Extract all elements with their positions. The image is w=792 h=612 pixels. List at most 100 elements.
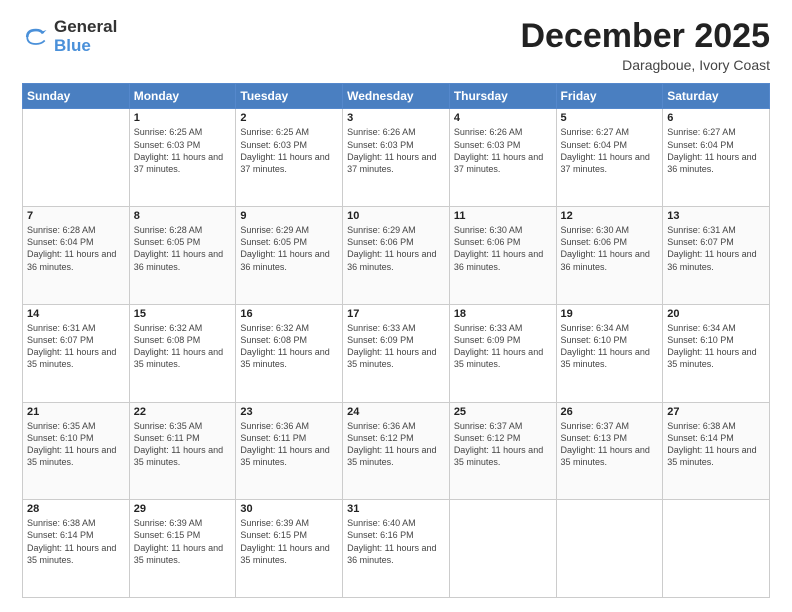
calendar-header-monday: Monday [129, 84, 236, 109]
calendar-cell: 25 Sunrise: 6:37 AM Sunset: 6:12 PM Dayl… [449, 402, 556, 500]
calendar-cell: 1 Sunrise: 6:25 AM Sunset: 6:03 PM Dayli… [129, 109, 236, 207]
calendar-header-wednesday: Wednesday [343, 84, 450, 109]
sunrise-label: Sunrise: 6:31 AM [27, 323, 96, 333]
calendar-cell [663, 500, 770, 598]
day-number: 8 [134, 210, 232, 222]
daylight-label: Daylight: 11 hours and 35 minutes. [27, 347, 116, 369]
calendar-cell: 7 Sunrise: 6:28 AM Sunset: 6:04 PM Dayli… [23, 207, 130, 305]
calendar-header-row: SundayMondayTuesdayWednesdayThursdayFrid… [23, 84, 770, 109]
calendar-cell: 19 Sunrise: 6:34 AM Sunset: 6:10 PM Dayl… [556, 304, 663, 402]
day-info: Sunrise: 6:40 AM Sunset: 6:16 PM Dayligh… [347, 517, 445, 566]
calendar-week-3: 14 Sunrise: 6:31 AM Sunset: 6:07 PM Dayl… [23, 304, 770, 402]
calendar-cell: 12 Sunrise: 6:30 AM Sunset: 6:06 PM Dayl… [556, 207, 663, 305]
daylight-label: Daylight: 11 hours and 36 minutes. [27, 249, 116, 271]
day-number: 12 [561, 210, 659, 222]
sunrise-label: Sunrise: 6:28 AM [134, 225, 203, 235]
daylight-label: Daylight: 11 hours and 37 minutes. [134, 152, 223, 174]
day-number: 21 [27, 406, 125, 418]
calendar-cell [23, 109, 130, 207]
calendar-cell: 3 Sunrise: 6:26 AM Sunset: 6:03 PM Dayli… [343, 109, 450, 207]
sunrise-label: Sunrise: 6:30 AM [561, 225, 630, 235]
sunset-label: Sunset: 6:06 PM [561, 237, 628, 247]
calendar-week-2: 7 Sunrise: 6:28 AM Sunset: 6:04 PM Dayli… [23, 207, 770, 305]
day-number: 22 [134, 406, 232, 418]
day-number: 31 [347, 503, 445, 515]
day-info: Sunrise: 6:39 AM Sunset: 6:15 PM Dayligh… [240, 517, 338, 566]
calendar-cell: 31 Sunrise: 6:40 AM Sunset: 6:16 PM Dayl… [343, 500, 450, 598]
day-number: 4 [454, 112, 552, 124]
sunrise-label: Sunrise: 6:39 AM [240, 518, 309, 528]
sunset-label: Sunset: 6:03 PM [240, 140, 307, 150]
day-info: Sunrise: 6:35 AM Sunset: 6:11 PM Dayligh… [134, 420, 232, 469]
logo-blue-text: Blue [54, 37, 117, 56]
day-number: 30 [240, 503, 338, 515]
header-right: December 2025 Daragboue, Ivory Coast [520, 18, 770, 73]
day-info: Sunrise: 6:38 AM Sunset: 6:14 PM Dayligh… [667, 420, 765, 469]
daylight-label: Daylight: 11 hours and 35 minutes. [347, 347, 436, 369]
day-info: Sunrise: 6:30 AM Sunset: 6:06 PM Dayligh… [454, 224, 552, 273]
sunset-label: Sunset: 6:06 PM [347, 237, 414, 247]
calendar-week-4: 21 Sunrise: 6:35 AM Sunset: 6:10 PM Dayl… [23, 402, 770, 500]
calendar-header-thursday: Thursday [449, 84, 556, 109]
day-number: 3 [347, 112, 445, 124]
day-number: 7 [27, 210, 125, 222]
daylight-label: Daylight: 11 hours and 36 minutes. [240, 249, 329, 271]
sunset-label: Sunset: 6:03 PM [454, 140, 521, 150]
daylight-label: Daylight: 11 hours and 36 minutes. [347, 249, 436, 271]
day-info: Sunrise: 6:25 AM Sunset: 6:03 PM Dayligh… [134, 126, 232, 175]
day-info: Sunrise: 6:34 AM Sunset: 6:10 PM Dayligh… [667, 322, 765, 371]
daylight-label: Daylight: 11 hours and 35 minutes. [667, 445, 756, 467]
sunset-label: Sunset: 6:05 PM [134, 237, 201, 247]
daylight-label: Daylight: 11 hours and 37 minutes. [347, 152, 436, 174]
day-info: Sunrise: 6:31 AM Sunset: 6:07 PM Dayligh… [667, 224, 765, 273]
sunrise-label: Sunrise: 6:39 AM [134, 518, 203, 528]
sunrise-label: Sunrise: 6:38 AM [27, 518, 96, 528]
sunrise-label: Sunrise: 6:29 AM [347, 225, 416, 235]
sunrise-label: Sunrise: 6:29 AM [240, 225, 309, 235]
day-number: 13 [667, 210, 765, 222]
page: General Blue December 2025 Daragboue, Iv… [0, 0, 792, 612]
sunset-label: Sunset: 6:07 PM [27, 335, 94, 345]
daylight-label: Daylight: 11 hours and 35 minutes. [454, 347, 543, 369]
daylight-label: Daylight: 11 hours and 35 minutes. [134, 445, 223, 467]
calendar-cell: 15 Sunrise: 6:32 AM Sunset: 6:08 PM Dayl… [129, 304, 236, 402]
sunset-label: Sunset: 6:07 PM [667, 237, 734, 247]
sunrise-label: Sunrise: 6:32 AM [134, 323, 203, 333]
day-number: 18 [454, 308, 552, 320]
calendar-cell: 29 Sunrise: 6:39 AM Sunset: 6:15 PM Dayl… [129, 500, 236, 598]
day-number: 14 [27, 308, 125, 320]
calendar-cell: 23 Sunrise: 6:36 AM Sunset: 6:11 PM Dayl… [236, 402, 343, 500]
daylight-label: Daylight: 11 hours and 37 minutes. [454, 152, 543, 174]
calendar-cell: 18 Sunrise: 6:33 AM Sunset: 6:09 PM Dayl… [449, 304, 556, 402]
sunset-label: Sunset: 6:09 PM [454, 335, 521, 345]
calendar-cell: 27 Sunrise: 6:38 AM Sunset: 6:14 PM Dayl… [663, 402, 770, 500]
calendar-header-saturday: Saturday [663, 84, 770, 109]
day-info: Sunrise: 6:29 AM Sunset: 6:06 PM Dayligh… [347, 224, 445, 273]
day-info: Sunrise: 6:32 AM Sunset: 6:08 PM Dayligh… [240, 322, 338, 371]
day-info: Sunrise: 6:26 AM Sunset: 6:03 PM Dayligh… [347, 126, 445, 175]
sunrise-label: Sunrise: 6:25 AM [134, 127, 203, 137]
daylight-label: Daylight: 11 hours and 35 minutes. [454, 445, 543, 467]
daylight-label: Daylight: 11 hours and 37 minutes. [561, 152, 650, 174]
calendar-header-sunday: Sunday [23, 84, 130, 109]
sunset-label: Sunset: 6:04 PM [27, 237, 94, 247]
calendar-cell: 10 Sunrise: 6:29 AM Sunset: 6:06 PM Dayl… [343, 207, 450, 305]
day-info: Sunrise: 6:25 AM Sunset: 6:03 PM Dayligh… [240, 126, 338, 175]
sunrise-label: Sunrise: 6:34 AM [561, 323, 630, 333]
calendar-cell: 20 Sunrise: 6:34 AM Sunset: 6:10 PM Dayl… [663, 304, 770, 402]
day-info: Sunrise: 6:34 AM Sunset: 6:10 PM Dayligh… [561, 322, 659, 371]
calendar-cell: 14 Sunrise: 6:31 AM Sunset: 6:07 PM Dayl… [23, 304, 130, 402]
calendar-cell: 8 Sunrise: 6:28 AM Sunset: 6:05 PM Dayli… [129, 207, 236, 305]
sunrise-label: Sunrise: 6:34 AM [667, 323, 736, 333]
day-info: Sunrise: 6:37 AM Sunset: 6:12 PM Dayligh… [454, 420, 552, 469]
day-info: Sunrise: 6:30 AM Sunset: 6:06 PM Dayligh… [561, 224, 659, 273]
day-info: Sunrise: 6:33 AM Sunset: 6:09 PM Dayligh… [454, 322, 552, 371]
day-info: Sunrise: 6:36 AM Sunset: 6:12 PM Dayligh… [347, 420, 445, 469]
day-number: 6 [667, 112, 765, 124]
sunrise-label: Sunrise: 6:40 AM [347, 518, 416, 528]
sunset-label: Sunset: 6:03 PM [347, 140, 414, 150]
sunset-label: Sunset: 6:10 PM [561, 335, 628, 345]
sunset-label: Sunset: 6:08 PM [134, 335, 201, 345]
day-number: 23 [240, 406, 338, 418]
day-info: Sunrise: 6:27 AM Sunset: 6:04 PM Dayligh… [667, 126, 765, 175]
